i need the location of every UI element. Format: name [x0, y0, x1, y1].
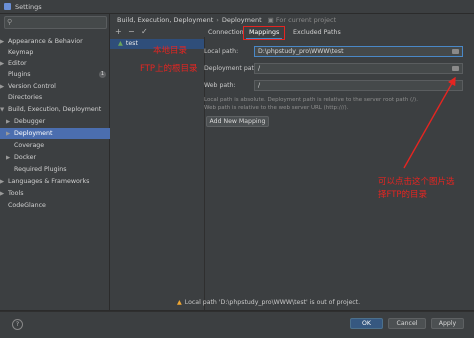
- cancel-button[interactable]: Cancel: [388, 318, 426, 329]
- help-button[interactable]: ?: [12, 319, 23, 330]
- apply-button[interactable]: Apply: [431, 318, 464, 329]
- dialog-footer: ? OK Cancel Apply: [0, 311, 474, 338]
- annotation-arrow: [403, 76, 456, 169]
- ok-button[interactable]: OK: [350, 318, 383, 329]
